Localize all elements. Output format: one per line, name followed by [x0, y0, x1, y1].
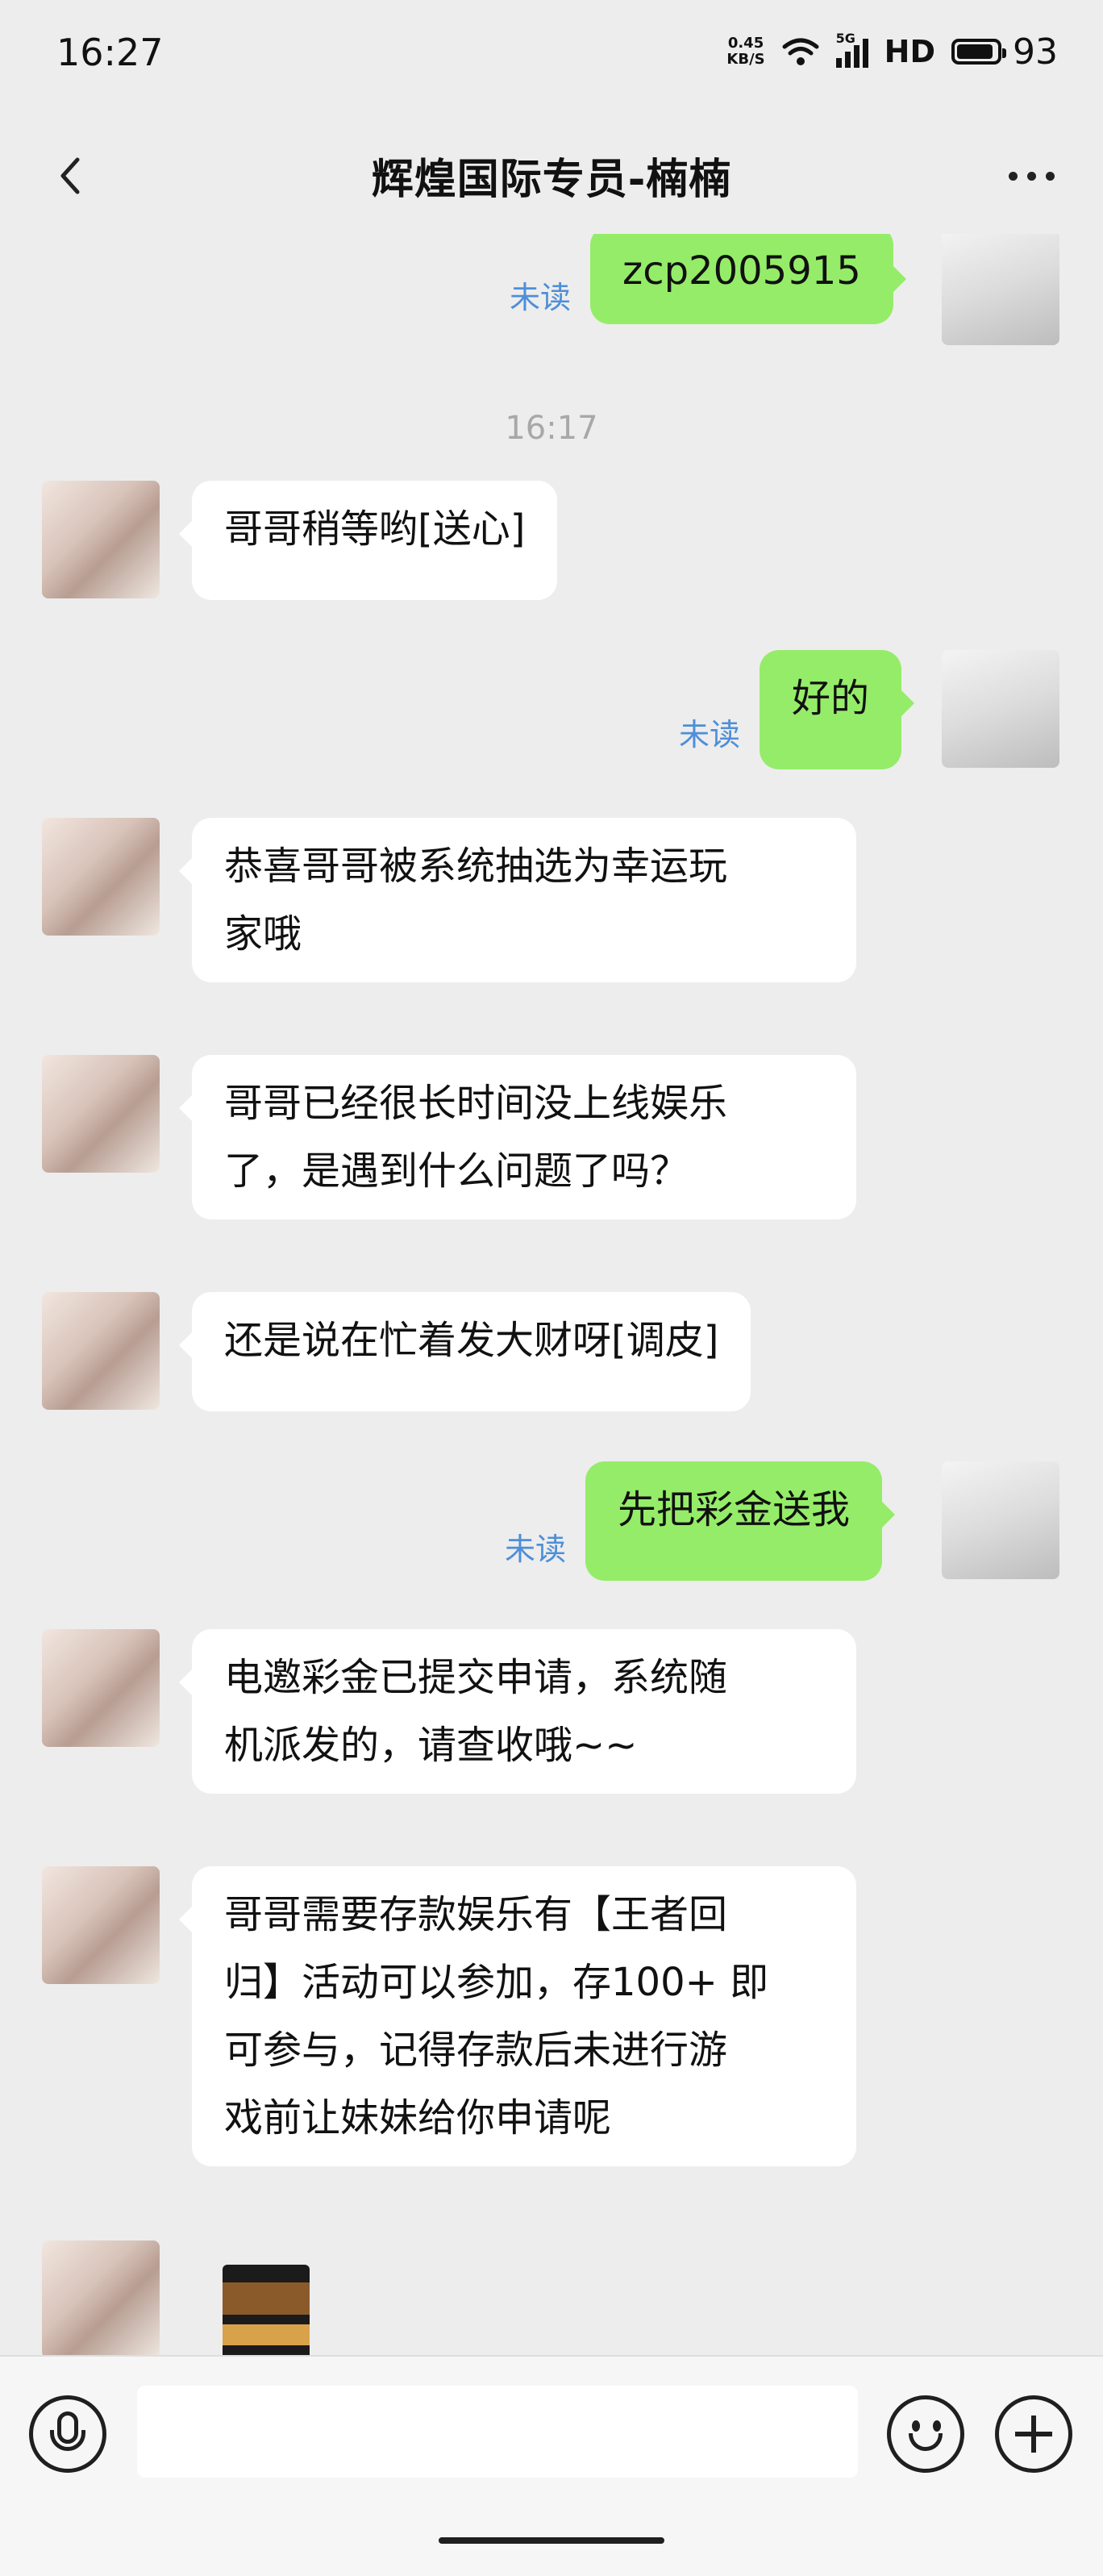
signal-icon: 5G: [835, 31, 868, 68]
message-line: 归】活动可以参加，存100+ 即: [224, 1960, 769, 2005]
message-bubble[interactable]: 哥哥稍等哟[送心]: [178, 481, 558, 600]
contact-avatar[interactable]: [42, 1629, 160, 1747]
unread-label: 未读: [505, 1532, 567, 1567]
status-bar: 16:27 0.45 KB/S 5G HD 93: [0, 0, 1103, 105]
hd-label: HD: [884, 34, 935, 69]
contact-avatar[interactable]: [42, 481, 160, 598]
contact-avatar[interactable]: [42, 1292, 160, 1410]
message-bubble[interactable]: 恭喜哥哥被系统抽选为幸运玩 家哦: [179, 818, 856, 982]
more-dots-icon[interactable]: [1003, 168, 1059, 184]
contact-avatar[interactable]: [42, 2240, 160, 2355]
contact-avatar[interactable]: [42, 1055, 160, 1173]
message-line: 电邀彩金已提交申请，系统随: [224, 1655, 728, 1700]
status-indicators: 0.45 KB/S 5G HD 93: [726, 27, 1058, 76]
chat-title: 辉煌国际专员-楠楠: [371, 156, 732, 204]
network-speed: 0.45 KB/S: [726, 35, 764, 68]
emoji-icon[interactable]: [887, 2395, 964, 2473]
contact-avatar[interactable]: [42, 1866, 160, 1984]
wifi-icon: [782, 38, 819, 65]
battery-icon: [951, 39, 1006, 65]
message-line: 了，是遇到什么问题了吗？: [224, 1148, 689, 1194]
message-line: 恭喜哥哥被系统抽选为幸运玩: [224, 844, 728, 889]
my-avatar[interactable]: [942, 234, 1059, 345]
message-list[interactable]: 未读 zcp2005915 16:17 哥哥稍等哟[送心] 未读 好的 恭喜哥哥…: [0, 234, 1103, 2355]
microphone-icon[interactable]: [29, 2395, 106, 2473]
unread-label: 未读: [679, 717, 741, 752]
message-bubble[interactable]: 还是说在忙着发大财呀[调皮]: [178, 1292, 751, 1411]
network-type: 5G: [835, 31, 855, 46]
message-line: 可参与，记得存款后未进行游: [224, 2028, 728, 2073]
message-timestamp: 16:17: [505, 410, 598, 447]
contact-avatar[interactable]: [42, 818, 160, 936]
my-avatar[interactable]: [942, 1461, 1059, 1579]
home-indicator[interactable]: [439, 2537, 664, 2544]
plus-icon[interactable]: [995, 2395, 1072, 2473]
message-line: 家哦: [224, 911, 302, 957]
message-line: 哥哥需要存款娱乐有【王者回: [224, 1892, 728, 1937]
image-message-thumbnail[interactable]: [223, 2265, 310, 2355]
message-line: 机派发的，请查收哦~~: [224, 1723, 638, 1768]
chat-header: 辉煌国际专员-楠楠: [0, 105, 1103, 234]
message-line: 戏前让妹妹给你申请呢: [224, 2095, 612, 2140]
message-bubble[interactable]: zcp2005915: [590, 234, 906, 324]
message-input[interactable]: [137, 2386, 858, 2478]
unread-label: 未读: [510, 280, 572, 315]
my-avatar[interactable]: [942, 650, 1059, 768]
message-bubble[interactable]: 先把彩金送我: [585, 1461, 896, 1581]
message-bubble[interactable]: 电邀彩金已提交申请，系统随 机派发的，请查收哦~~: [179, 1629, 856, 1794]
message-bubble[interactable]: 哥哥需要存款娱乐有【王者回 归】活动可以参加，存100+ 即 可参与，记得存款后…: [179, 1866, 856, 2166]
network-speed-value: 0.45: [727, 35, 764, 52]
battery-indicator: 93: [951, 31, 1058, 73]
network-speed-unit: KB/S: [726, 51, 765, 68]
status-time: 16:27: [56, 31, 164, 74]
battery-fill: [957, 44, 993, 59]
battery-percent: 93: [1013, 31, 1058, 73]
message-bubble[interactable]: 好的: [760, 650, 915, 769]
message-line: 哥哥已经很长时间没上线娱乐: [224, 1081, 728, 1126]
message-bubble[interactable]: 哥哥已经很长时间没上线娱乐 了，是遇到什么问题了吗？: [179, 1055, 856, 1219]
